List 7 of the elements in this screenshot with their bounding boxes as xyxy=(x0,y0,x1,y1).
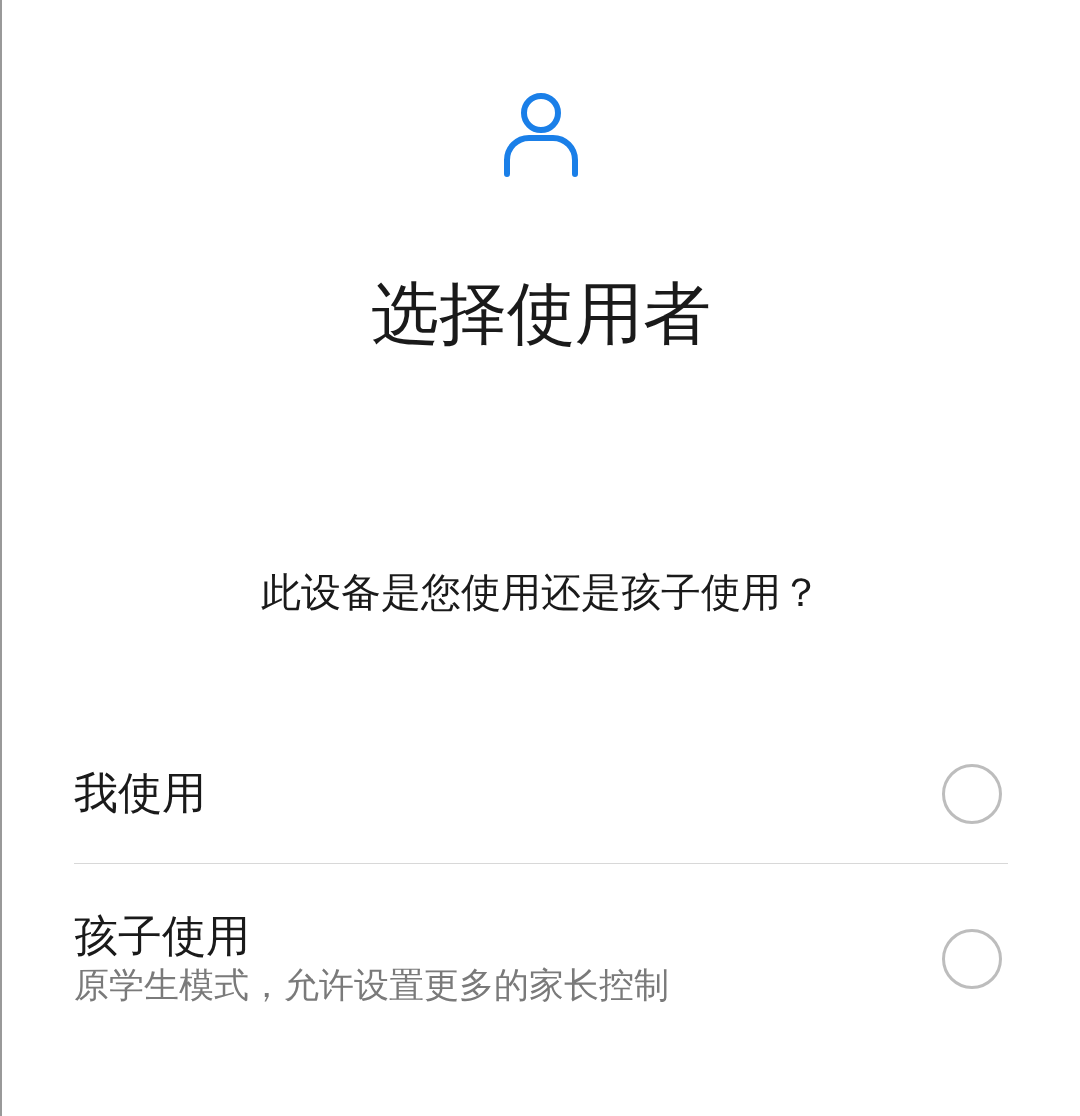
page-title: 选择使用者 xyxy=(371,280,711,348)
user-icon xyxy=(503,92,579,178)
option-description: 原学生模式，允许设置更多的家长控制 xyxy=(74,963,669,1007)
radio-button[interactable] xyxy=(942,929,1002,989)
option-label[interactable]: 我使用 xyxy=(74,767,206,820)
question-text: 此设备是您使用还是孩子使用？ xyxy=(261,572,821,612)
option-label[interactable]: 孩子使用 xyxy=(74,909,669,963)
